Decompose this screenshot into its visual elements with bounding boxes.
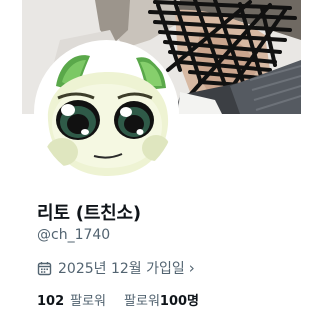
avatar[interactable] <box>34 40 179 185</box>
follow-stats: 102 팔로워 팔로워100명 <box>37 290 199 309</box>
profile-page: 리토 (트친소) @ch_1740 2025년 12월 가입일 › 102 팔로워 <box>0 0 301 319</box>
followers-link[interactable]: 팔로워100명 <box>124 290 199 309</box>
profile-handle: @ch_1740 <box>37 227 111 243</box>
following-count: 102 <box>37 294 65 309</box>
chevron-right-icon: › <box>188 259 195 277</box>
followers-count: 100명 <box>159 294 200 309</box>
profile-display-name: 리토 (트친소) <box>37 203 141 224</box>
joined-date-row[interactable]: 2025년 12월 가입일 › <box>37 258 195 278</box>
following-label: 팔로워 <box>70 294 107 309</box>
avatar-image <box>38 44 175 181</box>
calendar-icon <box>37 261 52 276</box>
following-link[interactable]: 102 팔로워 <box>37 290 106 309</box>
joined-date-text: 2025년 12월 가입일 <box>58 261 185 277</box>
left-edge <box>0 0 22 319</box>
followers-label: 팔로워 <box>124 294 160 309</box>
